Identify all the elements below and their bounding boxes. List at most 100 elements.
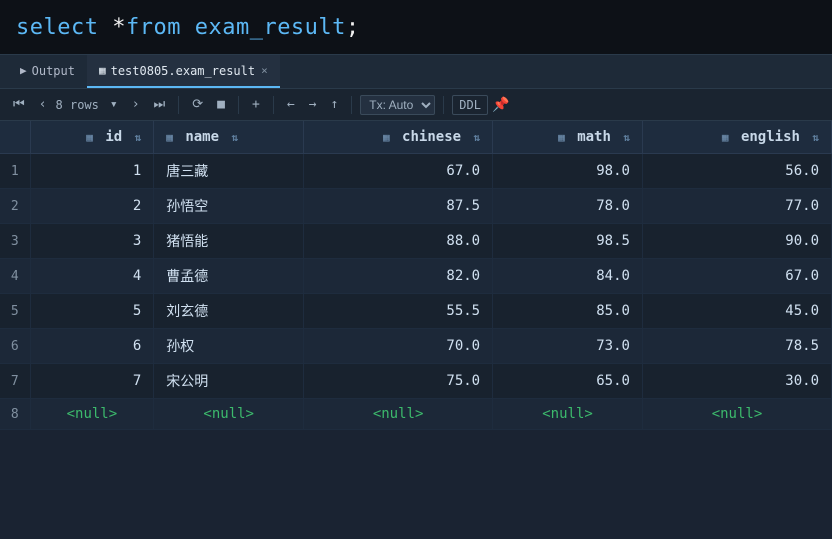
row-number: 1 xyxy=(0,154,30,189)
toolbar-divider-2 xyxy=(238,96,239,114)
row-number: 5 xyxy=(0,294,30,329)
table-body: 11唐三藏67.098.056.022孙悟空87.578.077.033猪悟能8… xyxy=(0,154,832,430)
cell-math: 98.5 xyxy=(493,224,643,259)
cell-id: 6 xyxy=(30,329,154,364)
redo-button[interactable]: → xyxy=(304,95,322,114)
sql-table-name: exam_result xyxy=(195,15,346,40)
cell-name: 唐三藏 xyxy=(154,154,304,189)
tab-output[interactable]: ▶ Output xyxy=(8,55,87,88)
commit-button[interactable]: ↑ xyxy=(325,95,343,114)
table-row: 22孙悟空87.578.077.0 xyxy=(0,189,832,224)
table-icon: ▦ xyxy=(99,64,106,77)
cell-chinese: 82.0 xyxy=(304,259,493,294)
chinese-col-icon: ▦ xyxy=(383,131,390,144)
add-button[interactable]: + xyxy=(247,95,265,114)
cell-english: 30.0 xyxy=(642,364,831,399)
row-number: 7 xyxy=(0,364,30,399)
cell-chinese: 75.0 xyxy=(304,364,493,399)
nav-next-button[interactable]: › xyxy=(127,95,145,114)
row-number: 3 xyxy=(0,224,30,259)
row-number: 4 xyxy=(0,259,30,294)
cell-math: 78.0 xyxy=(493,189,643,224)
cell-id: 1 xyxy=(30,154,154,189)
col-header-id[interactable]: ▦ id ⇅ xyxy=(30,121,154,154)
toolbar-divider-1 xyxy=(178,96,179,114)
cell-english: 77.0 xyxy=(642,189,831,224)
cell-id: 5 xyxy=(30,294,154,329)
cell-english: 45.0 xyxy=(642,294,831,329)
undo-button[interactable]: ← xyxy=(282,95,300,114)
name-col-icon: ▦ xyxy=(166,131,173,144)
math-col-icon: ▦ xyxy=(558,131,565,144)
cell-english: 56.0 xyxy=(642,154,831,189)
cell-math: 98.0 xyxy=(493,154,643,189)
main-content: select *from exam_result; ▶ Output ▦ tes… xyxy=(0,0,832,539)
english-col-icon: ▦ xyxy=(722,131,729,144)
cell-chinese: 55.5 xyxy=(304,294,493,329)
cell-english: 67.0 xyxy=(642,259,831,294)
sql-asterisk: * xyxy=(112,15,126,40)
stop-button[interactable]: ■ xyxy=(212,95,230,114)
tab-output-label: Output xyxy=(32,64,75,78)
table-row: 66孙权70.073.078.5 xyxy=(0,329,832,364)
cell-name: <null> xyxy=(154,399,304,430)
cell-math: 65.0 xyxy=(493,364,643,399)
id-col-icon: ▦ xyxy=(86,131,93,144)
tx-select[interactable]: Tx: Auto xyxy=(360,95,435,115)
table-row: 77宋公明75.065.030.0 xyxy=(0,364,832,399)
refresh-button[interactable]: ⟳ xyxy=(187,95,208,114)
row-count-dropdown[interactable]: ▾ xyxy=(105,95,123,114)
cell-chinese: <null> xyxy=(304,399,493,430)
cell-name: 猪悟能 xyxy=(154,224,304,259)
cell-math: 85.0 xyxy=(493,294,643,329)
cell-name: 刘玄德 xyxy=(154,294,304,329)
table-row: 8<null><null><null><null><null> xyxy=(0,399,832,430)
col-header-english[interactable]: ▦ english ⇅ xyxy=(642,121,831,154)
english-sort-icon[interactable]: ⇅ xyxy=(812,131,819,144)
row-number: 8 xyxy=(0,399,30,430)
id-sort-icon[interactable]: ⇅ xyxy=(135,131,142,144)
output-icon: ▶ xyxy=(20,64,27,77)
cell-id: 7 xyxy=(30,364,154,399)
cell-name: 宋公明 xyxy=(154,364,304,399)
cell-chinese: 88.0 xyxy=(304,224,493,259)
name-sort-icon[interactable]: ⇅ xyxy=(231,131,238,144)
col-header-chinese[interactable]: ▦ chinese ⇅ xyxy=(304,121,493,154)
sql-semicolon: ; xyxy=(346,15,360,40)
tab-table[interactable]: ▦ test0805.exam_result × xyxy=(87,55,280,88)
table-container: ▦ id ⇅ ▦ name ⇅ ▦ chinese ⇅ xyxy=(0,121,832,539)
pin-button[interactable]: 📌 xyxy=(492,97,509,113)
table-header-row: ▦ id ⇅ ▦ name ⇅ ▦ chinese ⇅ xyxy=(0,121,832,154)
sql-keyword-select: select xyxy=(16,15,98,40)
ddl-button[interactable]: DDL xyxy=(452,95,488,115)
cell-math: 73.0 xyxy=(493,329,643,364)
col-header-math[interactable]: ▦ math ⇅ xyxy=(493,121,643,154)
chinese-sort-icon[interactable]: ⇅ xyxy=(473,131,480,144)
cell-name: 孙悟空 xyxy=(154,189,304,224)
nav-prev-button[interactable]: ‹ xyxy=(34,95,52,114)
result-table: ▦ id ⇅ ▦ name ⇅ ▦ chinese ⇅ xyxy=(0,121,832,430)
nav-first-button[interactable]: ⏮ xyxy=(8,95,30,114)
toolbar-divider-4 xyxy=(351,96,352,114)
toolbar: ⏮ ‹ 8 rows ▾ › ⏭ ⟳ ■ + ← → ↑ Tx: Auto DD… xyxy=(0,89,832,121)
tab-close-button[interactable]: × xyxy=(261,64,268,77)
cell-math: <null> xyxy=(493,399,643,430)
cell-id: <null> xyxy=(30,399,154,430)
cell-name: 曹孟德 xyxy=(154,259,304,294)
table-row: 44曹孟德82.084.067.0 xyxy=(0,259,832,294)
col-header-name[interactable]: ▦ name ⇅ xyxy=(154,121,304,154)
cell-english: 90.0 xyxy=(642,224,831,259)
tabs-bar: ▶ Output ▦ test0805.exam_result × xyxy=(0,55,832,89)
row-count-label: 8 rows xyxy=(56,98,99,112)
cell-chinese: 70.0 xyxy=(304,329,493,364)
cell-id: 2 xyxy=(30,189,154,224)
math-sort-icon[interactable]: ⇅ xyxy=(623,131,630,144)
sql-keyword-from: from xyxy=(126,15,181,40)
row-number: 2 xyxy=(0,189,30,224)
cell-math: 84.0 xyxy=(493,259,643,294)
row-number: 6 xyxy=(0,329,30,364)
toolbar-divider-5 xyxy=(443,96,444,114)
row-num-header xyxy=(0,121,30,154)
nav-last-button[interactable]: ⏭ xyxy=(149,95,171,114)
sql-editor: select *from exam_result; xyxy=(0,0,832,55)
